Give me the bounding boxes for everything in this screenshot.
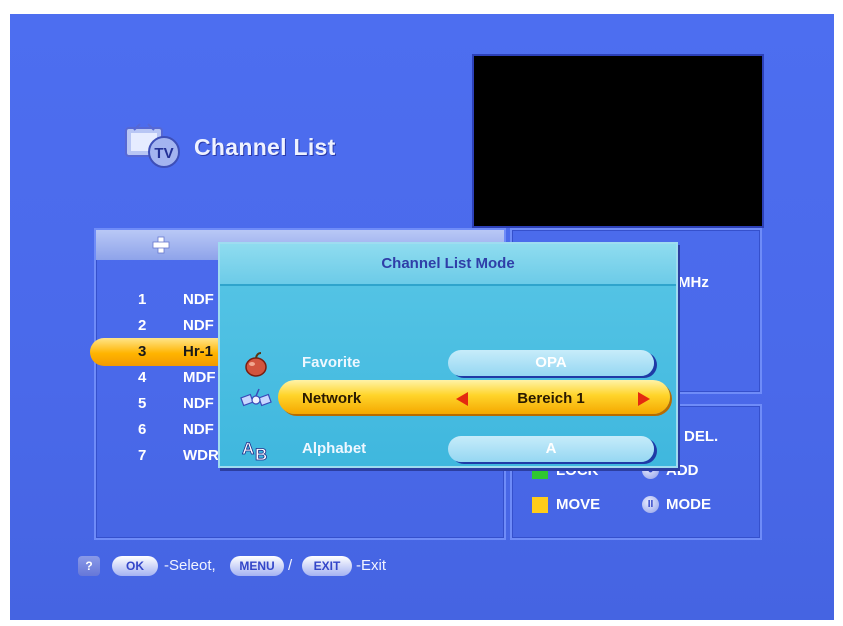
satellite-icon (240, 388, 272, 407)
ok-help-text: -Seleot, (164, 557, 216, 574)
channel-number: 3 (138, 343, 147, 360)
svg-text:B: B (255, 445, 267, 464)
apple-icon (245, 352, 267, 377)
yellow-key-icon (532, 497, 548, 513)
exit-key[interactable]: EXIT (302, 556, 352, 576)
video-preview (472, 54, 764, 228)
channel-name: NDF (183, 395, 214, 412)
page-header: TV Channel List (124, 122, 464, 178)
favorite-value[interactable]: OPA (448, 350, 654, 376)
alphabet-label: Alphabet (302, 440, 367, 457)
menu-key[interactable]: MENU (230, 556, 284, 576)
tv-icon: TV (125, 123, 180, 168)
channel-list-mode-dialog: Channel List Mode Favorite OPA Network B… (218, 242, 678, 468)
channel-number: 1 (138, 291, 147, 308)
exit-help-text: -Exit (356, 557, 386, 574)
legend-move-label: MOVE (556, 496, 601, 513)
channel-number: 7 (138, 447, 147, 464)
help-bar: ? OK -Seleot, MENU / EXIT -Exit (78, 554, 498, 578)
plus-icon (152, 236, 170, 254)
channel-number: 4 (138, 369, 147, 386)
channel-name: MDF (183, 369, 216, 386)
channel-name: Hr-1 (183, 343, 214, 360)
network-value: Bereich 1 (517, 390, 585, 407)
channel-number: 2 (138, 317, 147, 334)
frequency-unit: MHz (678, 274, 709, 291)
key-separator: / (288, 557, 293, 574)
favorite-label: Favorite (302, 354, 361, 371)
legend-mode-label: MODE (666, 496, 711, 513)
channel-name: NDF (183, 317, 214, 334)
network-label: Network (302, 390, 362, 407)
channel-name: NDF (183, 421, 214, 438)
tv-screen: TV Channel List 1 NDF 2 NDF 3 Hr-1 4 MDF (10, 14, 834, 620)
ab-letters-icon: A B (242, 439, 268, 464)
dialog-titlebar: Channel List Mode (220, 244, 676, 286)
help-icon: ? (78, 556, 100, 576)
option-favorite[interactable]: Favorite OPA (220, 346, 676, 382)
channel-number: 6 (138, 421, 147, 438)
page-title: Channel List (194, 134, 336, 160)
legend-delete-label: DEL. (684, 428, 719, 445)
pause-key-icon: II (642, 496, 659, 513)
svg-text:A: A (242, 439, 254, 458)
arrow-right-icon[interactable] (638, 392, 650, 406)
channel-name: NDF (183, 291, 214, 308)
dialog-title: Channel List Mode (381, 255, 515, 272)
alphabet-value[interactable]: A (448, 436, 654, 462)
tv-icon-text: TV (154, 145, 173, 162)
option-alphabet[interactable]: A B Alphabet A (220, 432, 676, 468)
option-network[interactable]: Network Bereich 1 (220, 380, 676, 418)
channel-number: 5 (138, 395, 147, 412)
ok-key[interactable]: OK (112, 556, 158, 576)
